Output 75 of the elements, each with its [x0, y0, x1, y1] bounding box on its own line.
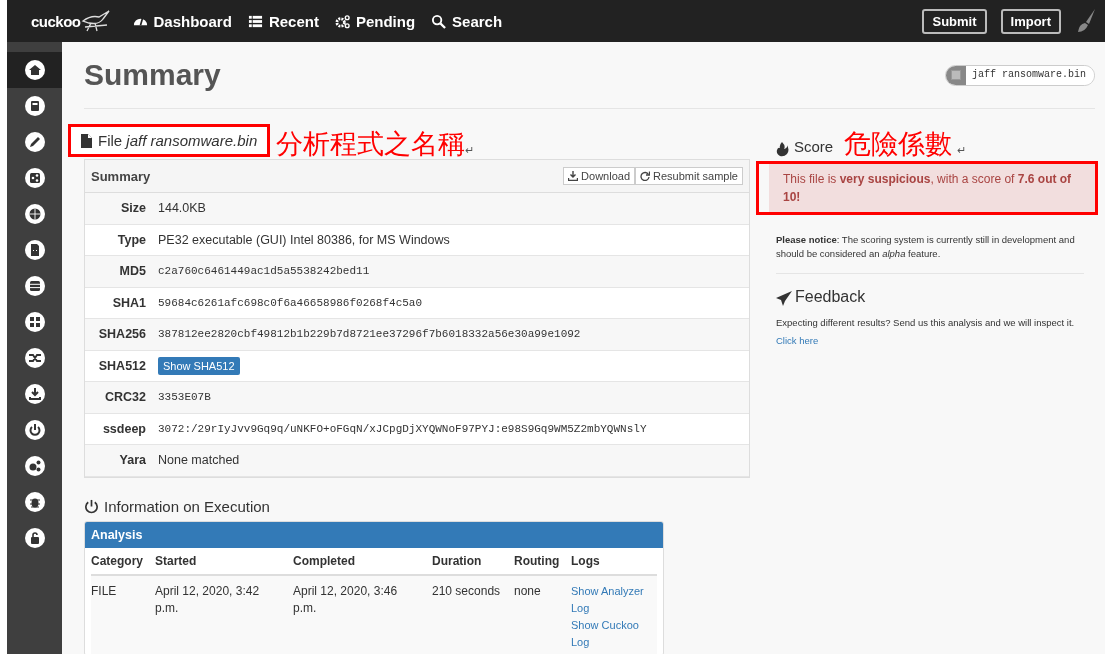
fire-icon — [776, 142, 789, 157]
table-cell: 210 seconds — [432, 575, 514, 654]
list-icon — [24, 276, 45, 296]
power-icon — [84, 498, 99, 514]
field-label: SHA256 — [97, 327, 146, 342]
field-label: Type — [116, 232, 146, 247]
panel-title: Summary — [91, 168, 151, 184]
book-icon — [24, 96, 45, 116]
log-link[interactable]: Show Analyzer Log — [571, 582, 647, 617]
file-name-badge: jaff ransomware.bin — [944, 64, 1095, 86]
refresh-icon — [640, 171, 650, 181]
file-icon — [81, 133, 92, 148]
score-alert: This file is very suspicious, with a score of 7.6 out of 10! — [769, 164, 1095, 212]
nav-link[interactable]: Dashboard — [132, 12, 232, 30]
page-title: Summary — [84, 58, 221, 92]
field-value: 144.0KB — [158, 201, 206, 216]
hash-value: 387812ee2820cbf49812b1b229b7d8721ee37296f7b6018332a56e30a99e1092 — [158, 328, 581, 341]
show-hash-button[interactable]: Show SHA512 — [158, 356, 240, 375]
paintbrush-icon[interactable] — [1075, 8, 1097, 34]
nav-link[interactable]: Search — [431, 12, 503, 30]
paper-plane-icon — [776, 290, 792, 306]
field-label: CRC32 — [104, 390, 146, 405]
bird-icon — [80, 9, 111, 33]
shuffle-icon — [24, 348, 45, 368]
home-icon — [24, 60, 45, 80]
pencil-icon — [24, 132, 45, 152]
field-label: ssdeep — [101, 421, 146, 436]
field-label: SHA512 — [97, 358, 146, 373]
list-icon — [247, 13, 263, 29]
nav-button[interactable]: Submit — [922, 8, 987, 34]
power-icon — [24, 420, 45, 440]
hash-value: 59684c6261afc698c0f6a46658986f0268f4c5a0 — [158, 296, 423, 309]
panel-header: Analysis — [85, 521, 663, 548]
feedback-text: Expecting different results? Send us this analysis and we will inspect it. — [776, 316, 1076, 330]
table-cell: none — [514, 575, 571, 654]
cuckoo-logo[interactable]: cuckoo — [31, 9, 111, 33]
table-cell: April 12, 2020, 3:42 p.m. — [155, 575, 293, 654]
square-icon — [950, 70, 961, 80]
download-icon — [24, 384, 45, 404]
search-icon — [431, 13, 447, 29]
qr-code-icon — [24, 312, 45, 332]
return-mark: ↵ — [957, 144, 967, 157]
field-label: MD5 — [118, 264, 146, 279]
bug-icon — [24, 492, 45, 512]
notice-text: Please notice: The scoring system is currently still in development and should be considered an alpha feature. — [776, 233, 1076, 261]
unlock-icon — [24, 528, 45, 548]
field-value: PE32 executable (GUI) Intel 80386, for MS Windows — [158, 232, 450, 247]
section-title: Score — [794, 138, 834, 155]
field-label: Yara — [118, 453, 146, 468]
file-code-icon — [24, 240, 45, 260]
nav-button[interactable]: Import — [1000, 8, 1061, 34]
field-label: Size — [120, 201, 146, 216]
section-title: Information on Execution — [104, 497, 270, 515]
nav-link[interactable]: Pending — [334, 12, 416, 30]
annotation-label: 危險係數 — [844, 130, 953, 157]
field-value: None matched — [158, 453, 240, 468]
section-title: Feedback — [795, 288, 866, 306]
field-label: SHA1 — [111, 295, 146, 310]
hash-value: c2a760c6461449ac1d5a5538242bed11 — [158, 265, 370, 278]
globe-icon — [24, 204, 45, 224]
return-mark: ↵ — [465, 144, 475, 156]
share-icon — [24, 168, 45, 188]
log-link[interactable]: Show Cuckoo Log — [571, 616, 647, 651]
hash-value: 3072:/29rIyJvv9Gq9q/uNKFO+oFGqN/xJCpgDjXYQWNoF97PYJ:e98S9Gq9WM5Z2mbYQWNslY — [158, 422, 647, 435]
action-button[interactable]: Download — [563, 167, 635, 185]
hash-value: 3353E07B — [158, 391, 211, 404]
table-cell: April 12, 2020, 3:46 p.m. — [293, 575, 432, 654]
nav-link[interactable]: Recent — [247, 12, 319, 30]
download-icon — [568, 171, 579, 181]
click-here-link[interactable]: Click here — [776, 335, 819, 346]
sidebar-item[interactable] — [7, 52, 62, 88]
table-cell: FILE — [91, 575, 155, 654]
file-heading: File jaff ransomware.bin — [98, 132, 258, 149]
annotation-label: 分析程式之名稱 — [276, 130, 466, 157]
action-button[interactable]: Resubmit sample — [635, 167, 743, 185]
